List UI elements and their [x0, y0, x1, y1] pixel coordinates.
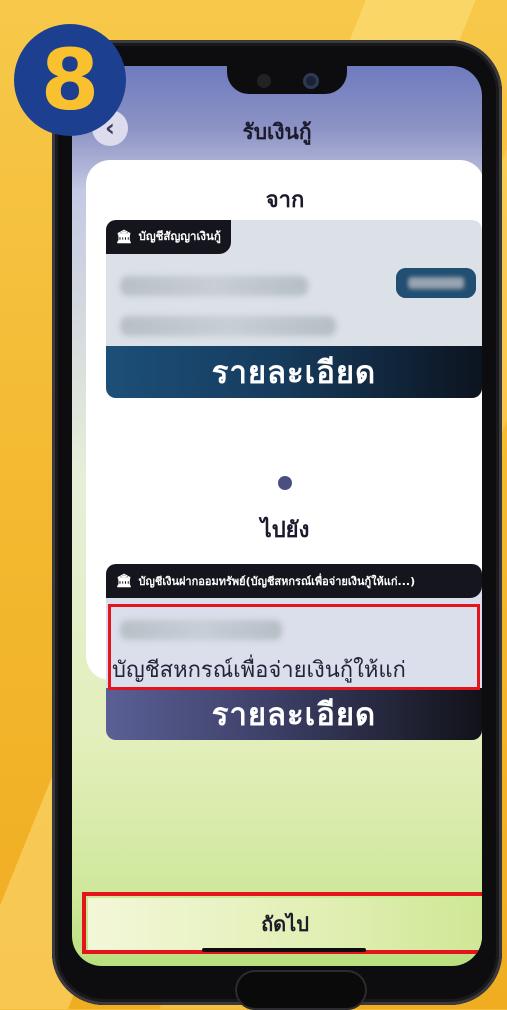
- to-details-button[interactable]: รายละเอียด: [106, 688, 482, 740]
- account-highlight-box: [108, 604, 480, 690]
- from-account-card[interactable]: 🏛 บัญชีสัญญาเงินกู้ รายละเอียด: [106, 220, 482, 398]
- step-number-badge: 8: [14, 24, 126, 136]
- from-account-holder-blurred: [120, 316, 336, 336]
- from-label: จาก: [265, 188, 305, 213]
- transfer-card: จาก 🏛 บัญชีสัญญาเงินกู้ รายละเอียด ไปยัง…: [86, 160, 482, 740]
- from-account-tag: 🏛 บัญชีสัญญาเงินกู้: [106, 220, 231, 254]
- home-indicator: [202, 948, 366, 952]
- bank-icon: 🏛: [116, 229, 133, 245]
- direction-dot: [278, 476, 292, 490]
- to-label: ไปยัง: [260, 518, 310, 543]
- from-account-type: บัญชีสัญญาเงินกู้: [138, 229, 221, 243]
- from-details-button[interactable]: รายละเอียด: [106, 346, 482, 398]
- sensor-icon: [257, 74, 271, 88]
- page-title: รับเงินกู้: [242, 120, 312, 144]
- from-balance-pill: [396, 268, 476, 298]
- phone-screen: ‹ รับเงินกู้ จาก 🏛 บัญชีสัญญาเงินกู้ ราย…: [72, 66, 482, 966]
- home-button[interactable]: [235, 970, 367, 1010]
- notch: [227, 66, 347, 94]
- phone-frame: ‹ รับเงินกู้ จาก 🏛 บัญชีสัญญาเงินกู้ ราย…: [52, 40, 502, 1010]
- next-button-highlight: [82, 892, 482, 954]
- from-account-number-blurred: [120, 276, 308, 296]
- bank-icon: 🏛: [116, 573, 133, 589]
- to-account-type: บัญชีเงินฝากออมทรัพย์(บัญชีสหกรณ์เพื่อจ่…: [138, 575, 416, 588]
- to-account-tag: 🏛 บัญชีเงินฝากออมทรัพย์(บัญชีสหกรณ์เพื่อ…: [106, 564, 482, 598]
- front-camera-icon: [303, 73, 319, 89]
